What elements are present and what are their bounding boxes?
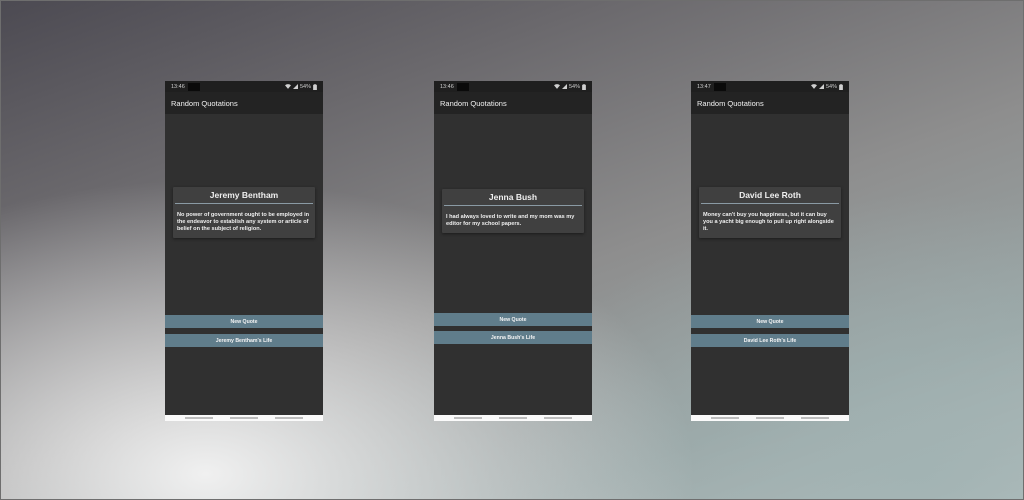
background-canvas: 13:46 54% Random Quotations Jeremy Benth…: [0, 0, 1024, 500]
nav-bar: [691, 415, 849, 421]
battery-icon: [839, 83, 843, 90]
nav-recents[interactable]: [274, 417, 303, 419]
battery-icon: [582, 83, 586, 90]
app-title: Random Quotations: [440, 98, 507, 108]
redacted-block: [456, 82, 469, 91]
status-bar: 13:47 54%: [691, 81, 849, 92]
quote-author: Jeremy Bentham: [209, 190, 279, 200]
nav-home[interactable]: [229, 417, 258, 419]
status-time: 13:47: [697, 83, 711, 90]
battery-percent: 54%: [568, 83, 580, 90]
phone-screen-3: 13:47 54% Random Quotations David Lee Ro…: [691, 81, 849, 421]
status-time: 13:46: [440, 83, 454, 90]
quote-author: Jenna Bush: [488, 192, 538, 202]
author-life-button[interactable]: Jeremy Bentham's Life: [165, 334, 323, 347]
phone-screen-2: 13:46 54% Random Quotations Jenna Bush I…: [434, 81, 592, 421]
app-bar: Random Quotations: [691, 92, 849, 114]
signal-icon: [818, 84, 824, 89]
signal-icon: [292, 84, 298, 89]
nav-recents[interactable]: [543, 417, 572, 419]
new-quote-button[interactable]: New Quote: [434, 313, 592, 326]
phone-screen-1: 13:46 54% Random Quotations Jeremy Benth…: [165, 81, 323, 421]
battery-percent: 54%: [825, 83, 837, 90]
wifi-icon: [553, 84, 560, 89]
wifi-icon: [284, 84, 291, 89]
signal-icon: [561, 84, 567, 89]
wifi-icon: [810, 84, 817, 89]
new-quote-button[interactable]: New Quote: [691, 315, 849, 328]
author-life-button[interactable]: Jenna Bush's Life: [434, 331, 592, 344]
nav-back[interactable]: [185, 417, 214, 419]
app-title: Random Quotations: [171, 98, 238, 108]
status-bar: 13:46 54%: [165, 81, 323, 92]
nav-recents[interactable]: [800, 417, 829, 419]
quote-text: Money can't buy you happiness, but it ca…: [703, 212, 834, 232]
quote-text: No power of government ought to be emplo…: [177, 212, 310, 232]
app-bar: Random Quotations: [165, 92, 323, 114]
redacted-block: [713, 82, 726, 91]
redacted-block: [187, 82, 200, 91]
quote-card: Jeremy Bentham No power of government ou…: [173, 187, 315, 238]
quote-card: Jenna Bush I had always loved to write a…: [442, 189, 584, 233]
nav-bar: [165, 415, 323, 421]
nav-back[interactable]: [711, 417, 740, 419]
app-title: Random Quotations: [697, 98, 764, 108]
author-life-button[interactable]: David Lee Roth's Life: [691, 334, 849, 347]
nav-bar: [434, 415, 592, 421]
nav-back[interactable]: [454, 417, 483, 419]
app-bar: Random Quotations: [434, 92, 592, 114]
status-bar: 13:46 54%: [434, 81, 592, 92]
quote-card: David Lee Roth Money can't buy you happi…: [699, 187, 841, 238]
nav-home[interactable]: [498, 417, 527, 419]
quote-author: David Lee Roth: [739, 190, 801, 200]
status-time: 13:46: [171, 83, 185, 90]
nav-home[interactable]: [755, 417, 784, 419]
battery-icon: [313, 83, 317, 90]
quote-text: I had always loved to write and my mom w…: [446, 214, 575, 227]
battery-percent: 54%: [299, 83, 311, 90]
new-quote-button[interactable]: New Quote: [165, 315, 323, 328]
